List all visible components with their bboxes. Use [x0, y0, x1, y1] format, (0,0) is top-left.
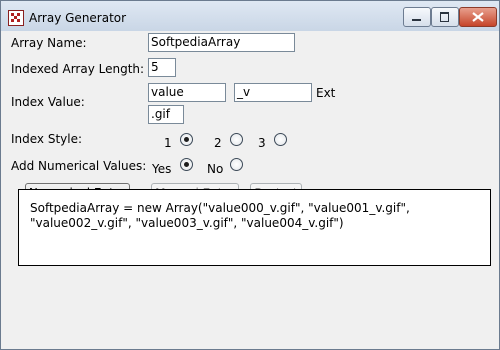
- output-text: SoftpediaArray = new Array("value000_v.g…: [30, 201, 410, 230]
- extension-input[interactable]: .gif: [148, 105, 184, 124]
- array-name-label: Array Name:: [11, 36, 87, 50]
- app-icon: [8, 10, 24, 26]
- maximize-button[interactable]: [431, 7, 459, 27]
- array-length-input[interactable]: 5: [148, 58, 176, 77]
- window-title: Array Generator: [29, 11, 127, 25]
- index-style-option-3-label: 3: [258, 136, 266, 150]
- numerical-no-radio[interactable]: [230, 158, 243, 171]
- maximize-icon: [440, 12, 449, 22]
- minimize-button[interactable]: [403, 7, 431, 27]
- close-button[interactable]: [459, 7, 497, 27]
- index-style-option-2-label: 2: [214, 136, 222, 150]
- index-style-1-radio[interactable]: [180, 133, 193, 146]
- yes-label: Yes: [152, 162, 172, 176]
- ext-label: Ext: [316, 86, 336, 100]
- output-box: SoftpediaArray = new Array("value000_v.g…: [18, 189, 491, 266]
- no-label: No: [207, 162, 224, 176]
- index-suffix-input[interactable]: _v: [234, 83, 312, 102]
- index-style-option-1-label: 1: [164, 136, 172, 150]
- index-style-2-radio[interactable]: [230, 133, 243, 146]
- array-length-label: Indexed Array Length:: [11, 62, 145, 76]
- index-value-label: Index Value:: [11, 95, 85, 109]
- app-window: Array Generator Array Name: SoftpediaArr…: [0, 0, 500, 350]
- close-icon: [472, 12, 484, 22]
- title-bar[interactable]: Array Generator: [1, 1, 499, 31]
- minimize-icon: [412, 19, 421, 21]
- numerical-values-label: Add Numerical Values:: [11, 159, 147, 173]
- numerical-yes-radio[interactable]: [180, 158, 193, 171]
- index-style-label: Index Style:: [11, 132, 83, 146]
- index-style-3-radio[interactable]: [274, 133, 287, 146]
- array-name-input[interactable]: SoftpediaArray: [148, 33, 295, 52]
- index-value-input[interactable]: value: [148, 83, 226, 102]
